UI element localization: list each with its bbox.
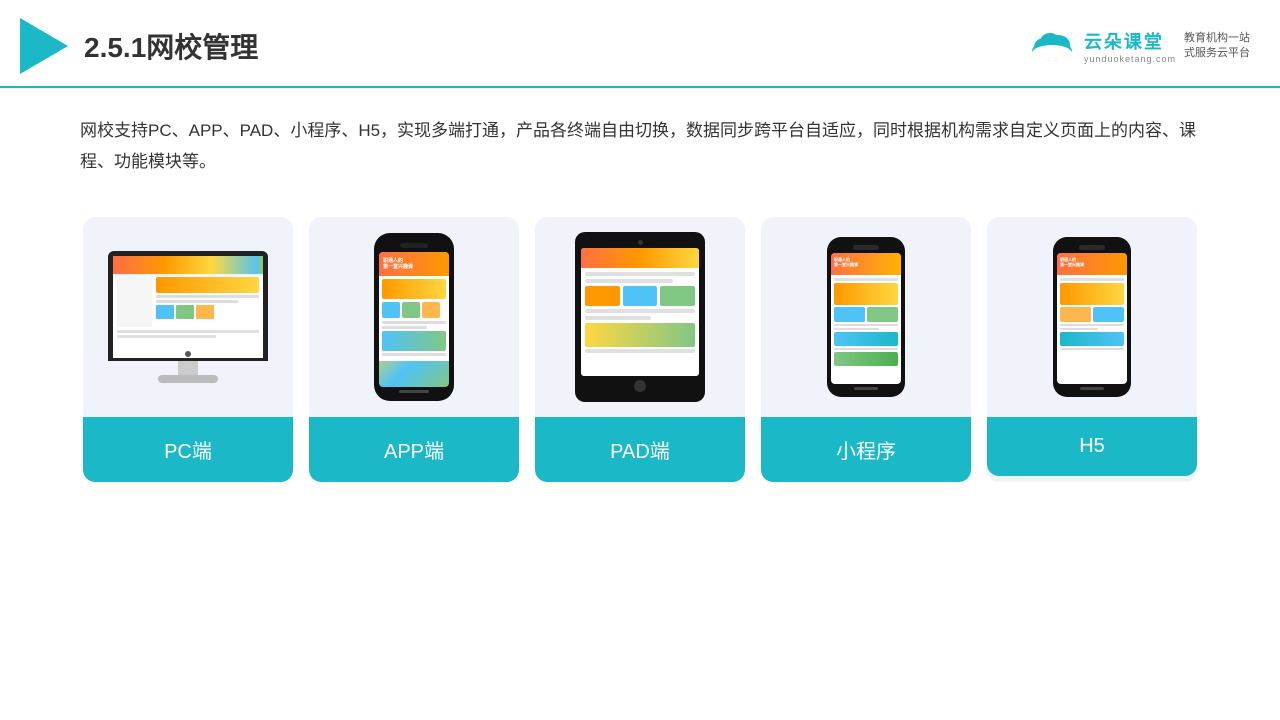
- tablet-camera: [638, 240, 643, 245]
- phone-sm-h5-card-big: [1060, 332, 1124, 346]
- phone-notch: [400, 243, 428, 248]
- cloud-logo-icon: [1028, 29, 1076, 63]
- tablet-row-2: [585, 279, 673, 283]
- phone-sm-cards-row-h5: [1060, 307, 1124, 322]
- phone-sm-content-1: [834, 278, 898, 281]
- phone-sm-card-sm-2: [867, 307, 898, 322]
- tablet-row-5: [585, 349, 695, 353]
- tablet-card-3: [660, 286, 695, 306]
- phone-sm-card-big: [834, 283, 898, 305]
- brand-main-row: 云朵课堂: [1084, 28, 1176, 54]
- brand-tagline-line1: 教育机构一站: [1184, 31, 1250, 46]
- phone-home-indicator: [399, 390, 429, 393]
- monitor-device: [103, 251, 273, 383]
- card-miniprogram-image: 职通人的第一堂兴趣课: [761, 217, 971, 417]
- card-pc: PC端: [83, 217, 293, 482]
- tablet-row-3: [585, 309, 695, 313]
- card-app-image: 职通人的第一堂兴趣课: [309, 217, 519, 417]
- card-app: 职通人的第一堂兴趣课: [309, 217, 519, 482]
- phone-sm-notch: [853, 245, 879, 250]
- tablet-card-2: [623, 286, 658, 306]
- card-app-label: APP端: [309, 417, 519, 482]
- phone-screen-body-app: [379, 276, 449, 361]
- page-title: 2.5.1网校管理: [84, 26, 258, 66]
- phone-sm-top-mini: 职通人的第一堂兴趣课: [831, 253, 901, 275]
- brand-name-cn: 云朵课堂: [1084, 28, 1164, 54]
- brand-name-en: yunduoketang.com: [1084, 54, 1176, 64]
- phone-sm-screen-h5: 职通人的第一堂兴趣课: [1057, 253, 1127, 384]
- tablet-screen: [581, 248, 699, 376]
- monitor-screen-outer: [108, 251, 268, 361]
- phone-device-mini: 职通人的第一堂兴趣课: [827, 237, 905, 397]
- card-h5: 职通人的第一堂兴趣课: [987, 217, 1197, 482]
- phone-device-app: 职通人的第一堂兴趣课: [374, 233, 454, 401]
- description-content: 网校支持PC、APP、PAD、小程序、H5，实现多端打通，产品各终端自由切换，数…: [80, 121, 1196, 171]
- tablet-home-btn: [634, 380, 646, 392]
- phone-card-1: [382, 279, 446, 299]
- phone-screen-top-app: 职通人的第一堂兴趣课: [379, 252, 449, 276]
- phone-grid-item-1: [382, 302, 400, 318]
- description-text: 网校支持PC、APP、PAD、小程序、H5，实现多端打通，产品各终端自由切换，数…: [0, 88, 1280, 197]
- phone-sm-indicator-h5: [1080, 387, 1104, 390]
- cards-container: PC端 职通人的第一堂兴趣课: [0, 197, 1280, 502]
- phone-screen-app: 职通人的第一堂兴趣课: [379, 252, 449, 387]
- phone-sm-top-h5: 职通人的第一堂兴趣课: [1057, 253, 1127, 275]
- tablet-row-1: [585, 272, 695, 276]
- card-pad: PAD端: [535, 217, 745, 482]
- phone-sm-body-h5: [1057, 275, 1127, 353]
- phone-sm-content-h5-1: [1060, 278, 1124, 281]
- phone-sm-h5-card-1: [1060, 307, 1091, 322]
- card-pc-image: [83, 217, 293, 417]
- tablet-device: [575, 232, 705, 402]
- phone-sm-card-sm-1: [834, 307, 865, 322]
- header-left: 2.5.1网校管理: [20, 18, 258, 74]
- brand-text-block: 云朵课堂 yunduoketang.com: [1084, 28, 1176, 64]
- brand-tagline-line2: 式服务云平台: [1184, 46, 1250, 61]
- monitor-foot: [158, 375, 218, 383]
- card-pad-label: PAD端: [535, 417, 745, 482]
- header: 2.5.1网校管理 云朵课堂 yunduoketang.com 教育机构一站 式…: [0, 0, 1280, 88]
- phone-sm-h5-card-2: [1093, 307, 1124, 322]
- phone-sm-screen-mini: 职通人的第一堂兴趣课: [831, 253, 901, 384]
- phone-grid-item-2: [402, 302, 420, 318]
- tablet-screen-top: [581, 248, 699, 268]
- monitor-neck: [178, 361, 198, 375]
- card-pc-label: PC端: [83, 417, 293, 482]
- phone-sm-h5-row-1: [1060, 324, 1124, 326]
- header-right: 云朵课堂 yunduoketang.com 教育机构一站 式服务云平台: [1028, 28, 1250, 64]
- card-h5-label: H5: [987, 417, 1197, 476]
- card-pad-image: [535, 217, 745, 417]
- phone-sm-h5-row-3: [1060, 348, 1124, 350]
- phone-grid: [382, 302, 446, 318]
- tablet-row-4: [585, 316, 651, 320]
- brand-tagline: 教育机构一站 式服务云平台: [1184, 31, 1250, 62]
- monitor-camera: [185, 351, 191, 357]
- card-h5-image: 职通人的第一堂兴趣课: [987, 217, 1197, 417]
- monitor-body: [113, 274, 263, 343]
- tablet-cards: [585, 286, 695, 306]
- tablet-card-1: [585, 286, 620, 306]
- phone-grid-item-3: [422, 302, 440, 318]
- monitor-screen-content: [113, 256, 263, 358]
- card-miniprogram-label: 小程序: [761, 417, 971, 482]
- phone-sm-banner-h5: [1060, 283, 1124, 305]
- tablet-screen-body: [581, 268, 699, 360]
- logo-triangle-icon: [20, 18, 68, 74]
- phone-sm-cards-row: [834, 307, 898, 322]
- phone-sm-indicator: [854, 387, 878, 390]
- phone-sm-h5-row-2: [1060, 328, 1098, 330]
- monitor-top-bar: [113, 256, 263, 274]
- phone-sm-body-mini: [831, 275, 901, 369]
- brand-wrapper: 云朵课堂 yunduoketang.com 教育机构一站 式服务云平台: [1028, 28, 1250, 64]
- phone-device-h5: 职通人的第一堂兴趣课: [1053, 237, 1131, 397]
- phone-sm-notch-h5: [1079, 245, 1105, 250]
- card-miniprogram: 职通人的第一堂兴趣课: [761, 217, 971, 482]
